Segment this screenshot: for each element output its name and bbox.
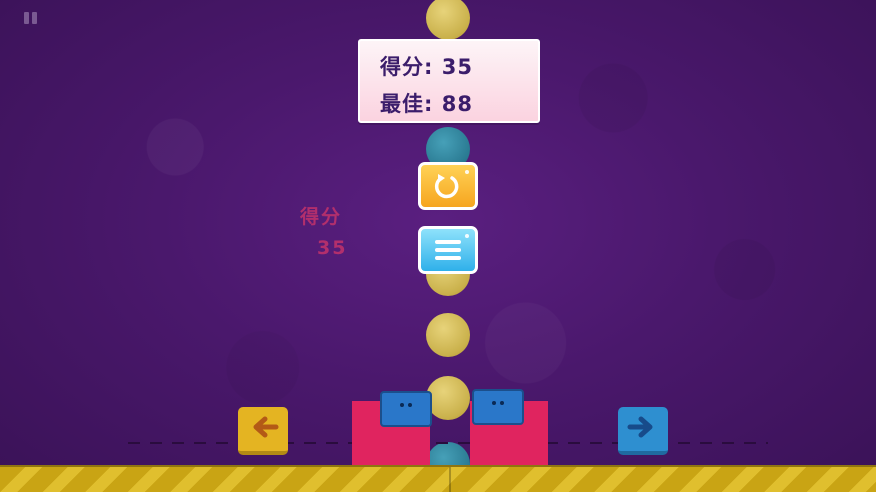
right-paddle	[472, 389, 524, 425]
floating-score-value: 35	[317, 237, 348, 259]
floor-line	[128, 442, 768, 444]
floating-score-label: 得分	[300, 206, 343, 228]
ground-center-mark	[449, 467, 451, 492]
paddle-eye	[408, 403, 412, 407]
best-score-text: 最佳: 88	[380, 92, 473, 116]
game-stage: 得分: 35 最佳: 88 得分 35	[0, 0, 876, 492]
paddle-eye	[500, 401, 504, 405]
move-right-button[interactable]	[618, 407, 668, 455]
score-text: 得分: 35	[380, 55, 473, 79]
arrow-left-icon	[253, 416, 279, 438]
paddle-eye	[400, 403, 404, 407]
arrow-right-icon	[627, 416, 653, 438]
ball	[426, 313, 470, 357]
move-left-button[interactable]	[238, 407, 288, 455]
paddle-eye	[492, 401, 496, 405]
menu-icon	[435, 240, 461, 260]
restart-button[interactable]	[418, 162, 478, 210]
left-paddle	[380, 391, 432, 427]
pause-icon-bar	[32, 12, 37, 24]
pause-icon-bar	[24, 12, 29, 24]
pause-button[interactable]	[24, 12, 38, 24]
ground-strip	[0, 465, 876, 492]
ball	[426, 376, 470, 420]
score-panel: 得分: 35 最佳: 88	[358, 39, 540, 123]
menu-button[interactable]	[418, 226, 478, 274]
restart-icon	[434, 174, 459, 199]
